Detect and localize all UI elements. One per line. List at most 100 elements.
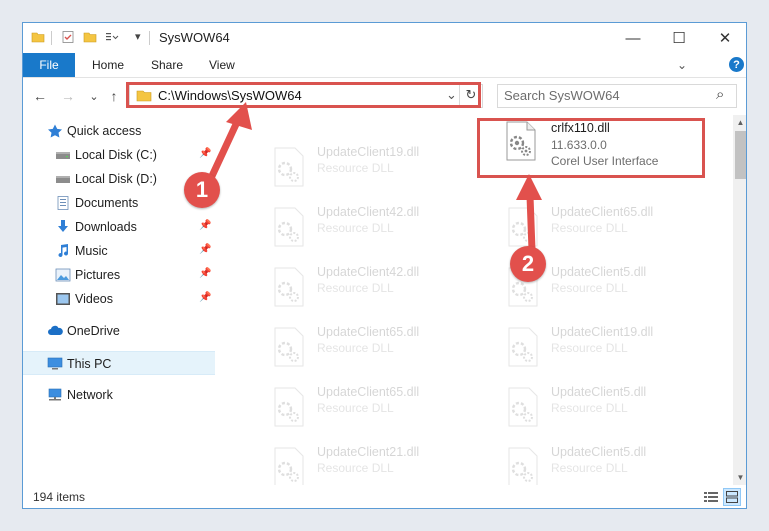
dll-file-icon: [274, 327, 304, 367]
file-item[interactable]: UpdateClient21.dll Resource DLL: [245, 437, 475, 485]
file-name: UpdateClient42.dll: [317, 265, 420, 279]
network-icon: [48, 388, 62, 401]
file-item[interactable]: UpdateClient19.dll Resource DLL: [245, 137, 475, 191]
dll-file-icon: [274, 447, 304, 485]
title-separator-2: [149, 31, 150, 45]
file-highlight-box: [477, 118, 705, 178]
file-name: UpdateClient5.dll: [551, 445, 647, 459]
file-type: Resource DLL: [317, 221, 394, 235]
up-button[interactable]: ↑: [105, 87, 123, 105]
file-name: UpdateClient42.dll: [317, 205, 420, 219]
computer-icon: [47, 357, 63, 370]
properties-icon[interactable]: [61, 30, 75, 44]
customize-toolbar-icon[interactable]: [105, 30, 119, 44]
tab-share[interactable]: Share: [151, 53, 183, 77]
drive-icon: [56, 176, 70, 183]
scroll-up-icon[interactable]: ▲: [733, 115, 746, 130]
file-item[interactable]: UpdateClient19.dll Resource DLL: [479, 317, 709, 371]
file-type: Resource DLL: [317, 341, 394, 355]
file-item[interactable]: UpdateClient65.dll Resource DLL: [245, 317, 475, 371]
sidebar-item-label: Local Disk (C:): [75, 148, 157, 162]
file-name: UpdateClient5.dll: [551, 385, 647, 399]
dll-file-icon: [274, 207, 304, 247]
dll-file-icon: [274, 387, 304, 427]
documents-icon: [57, 196, 69, 210]
search-input[interactable]: Search SysWOW64 ⌕: [497, 84, 737, 108]
sidebar-item-pictures[interactable]: Pictures 📌: [23, 263, 215, 287]
minimize-button[interactable]: —: [610, 23, 656, 53]
desktop-background-left: [0, 0, 22, 531]
sidebar-item-label: Videos: [75, 292, 113, 306]
file-type: Resource DLL: [551, 221, 628, 235]
sidebar-item-label: Documents: [75, 196, 139, 210]
sidebar-item-downloads[interactable]: Downloads 📌: [23, 215, 215, 239]
sidebar-item-music[interactable]: Music 📌: [23, 239, 215, 263]
file-item[interactable]: UpdateClient65.dll Resource DLL: [479, 197, 709, 251]
ribbon-tabs: File Home Share View ⌄ ?: [23, 53, 746, 78]
downloads-icon: [58, 220, 68, 232]
search-placeholder: Search SysWOW64: [504, 88, 620, 103]
sidebar-item-network[interactable]: Network: [23, 383, 215, 407]
dll-file-icon: [274, 267, 304, 307]
desktop-background-right: [747, 0, 769, 531]
sidebar-item-label: Quick access: [67, 124, 142, 138]
file-name: UpdateClient21.dll: [317, 445, 420, 459]
file-type: Resource DLL: [551, 401, 628, 415]
file-type: Resource DLL: [317, 401, 394, 415]
file-type: Resource DLL: [551, 281, 628, 295]
window-title: SysWOW64: [159, 30, 230, 45]
star-icon: [48, 124, 62, 138]
details-view-icon[interactable]: [703, 490, 719, 504]
sidebar-item-label: This PC: [67, 357, 112, 371]
file-item[interactable]: UpdateClient5.dll Resource DLL: [479, 437, 709, 485]
sidebar-item-local-disk-c[interactable]: Local Disk (C:) 📌: [23, 143, 215, 167]
file-type: Resource DLL: [317, 161, 394, 175]
file-item[interactable]: UpdateClient65.dll Resource DLL: [245, 377, 475, 431]
tiles-view-button[interactable]: [723, 488, 741, 506]
file-type: Resource DLL: [551, 461, 628, 475]
navigation-pane: Quick access Local Disk (C:) 📌 Local Dis…: [23, 115, 215, 485]
title-separator: [51, 31, 52, 45]
sidebar-item-quick-access[interactable]: Quick access: [23, 119, 215, 143]
vertical-scrollbar[interactable]: ▲ ▼: [733, 115, 746, 485]
expand-ribbon-icon[interactable]: ⌄: [677, 58, 687, 72]
item-count: 194 items: [33, 490, 86, 504]
sidebar-item-this-pc[interactable]: This PC: [23, 351, 215, 375]
address-highlight-box: [126, 82, 481, 108]
sidebar-item-label: OneDrive: [67, 324, 120, 338]
tab-home[interactable]: Home: [92, 53, 124, 77]
sidebar-item-label: Local Disk (D:): [75, 172, 157, 186]
status-bar: 194 items: [23, 485, 746, 508]
file-type: Resource DLL: [317, 281, 394, 295]
scrollbar-thumb[interactable]: [735, 131, 746, 179]
quick-access-dropdown-icon[interactable]: ▾: [135, 30, 141, 43]
drive-icon: [56, 152, 70, 159]
help-icon[interactable]: ?: [729, 57, 744, 72]
sidebar-item-videos[interactable]: Videos 📌: [23, 287, 215, 311]
back-button[interactable]: ←: [31, 87, 49, 105]
file-name: UpdateClient19.dll: [317, 145, 420, 159]
close-button[interactable]: ✕: [702, 23, 746, 53]
sidebar-item-onedrive[interactable]: OneDrive: [23, 319, 215, 343]
tab-file[interactable]: File: [23, 53, 75, 77]
file-item[interactable]: UpdateClient42.dll Resource DLL: [245, 197, 475, 251]
videos-icon: [56, 293, 70, 305]
file-item[interactable]: UpdateClient5.dll Resource DLL: [479, 377, 709, 431]
recent-locations-button[interactable]: ⌄: [85, 87, 103, 105]
forward-button[interactable]: →: [59, 87, 77, 105]
tab-view[interactable]: View: [209, 53, 235, 77]
file-name: UpdateClient65.dll: [317, 385, 420, 399]
cloud-icon: [48, 325, 63, 335]
maximize-button[interactable]: ☐: [656, 23, 702, 53]
dll-file-icon: [274, 147, 304, 187]
dll-file-icon: [508, 207, 538, 247]
search-icon[interactable]: ⌕: [716, 86, 724, 103]
sidebar-item-label: Pictures: [75, 268, 121, 282]
step-badge-1: 1: [184, 172, 220, 208]
music-icon: [58, 244, 69, 258]
file-item[interactable]: UpdateClient42.dll Resource DLL: [245, 257, 475, 311]
pin-icon: 📌: [199, 292, 212, 303]
file-name: UpdateClient19.dll: [551, 325, 654, 339]
scroll-down-icon[interactable]: ▼: [733, 470, 746, 485]
new-folder-icon[interactable]: [83, 30, 97, 44]
